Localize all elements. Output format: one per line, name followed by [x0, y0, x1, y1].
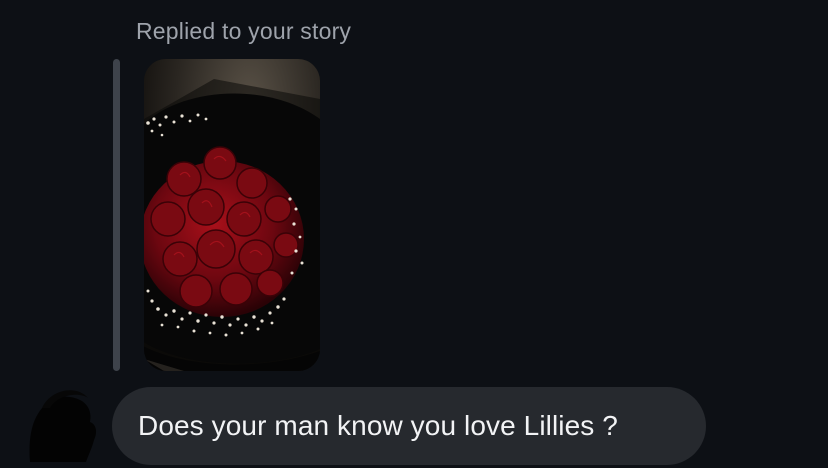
story-thumbnail[interactable]	[144, 59, 320, 371]
message-text: Does your man know you love Lillies ?	[138, 410, 618, 441]
message-bubble[interactable]: Does your man know you love Lillies ?	[112, 387, 706, 465]
red-roses-bouquet-image	[144, 59, 320, 371]
replied-to-story-label: Replied to your story	[136, 18, 352, 44]
reply-quote-bar	[113, 59, 120, 371]
sender-avatar[interactable]	[22, 378, 106, 462]
profile-avatar-dark	[29, 390, 97, 462]
